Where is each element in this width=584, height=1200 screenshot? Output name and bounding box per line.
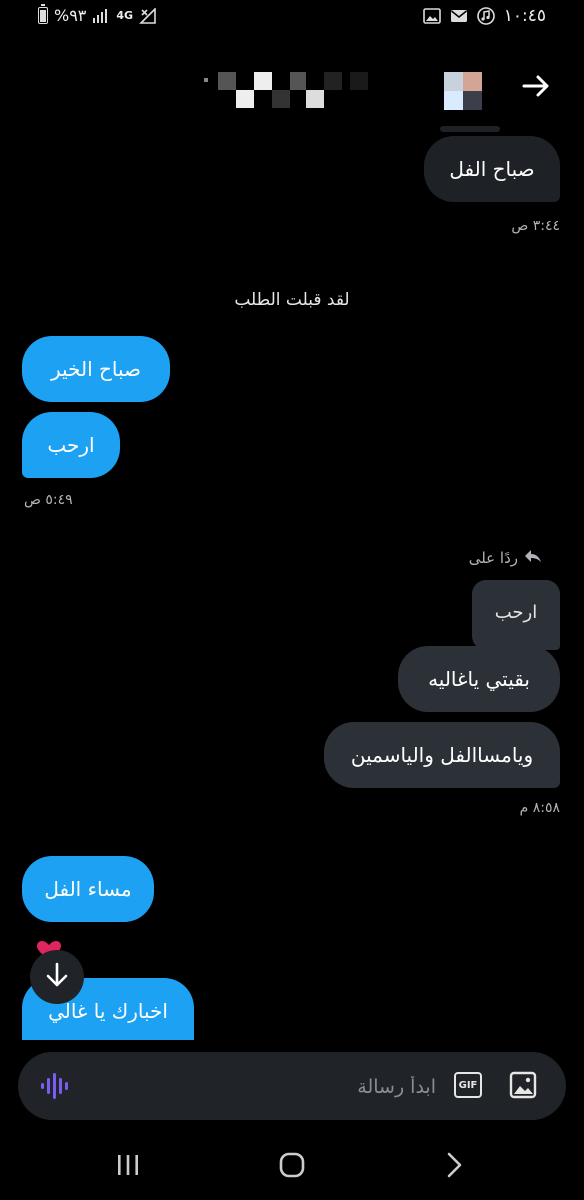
dm-conversation-screen: %٩٣ 4G ١٠:٤٥ صباح الفل ٣:٤٤ ص لقد قبلت ا… — [0, 0, 584, 1200]
image-picker-icon[interactable] — [508, 1070, 538, 1100]
mail-notification-icon — [450, 9, 468, 23]
message-timestamp: ٨:٥٨ م — [519, 800, 560, 816]
gif-button[interactable]: GIF — [454, 1072, 482, 1098]
conversation-header — [0, 50, 584, 130]
back-arrow-icon[interactable] — [520, 70, 552, 102]
message-text: ارحب — [47, 433, 95, 457]
message-text: اخبارك يا غالي — [48, 999, 168, 1023]
avatar[interactable] — [444, 72, 482, 110]
message-bubble-incoming[interactable]: مساء الفل — [22, 856, 154, 922]
reply-label: ردًا على — [468, 549, 518, 567]
signal-x-icon — [139, 7, 157, 24]
status-bar: %٩٣ 4G ١٠:٤٥ — [0, 0, 584, 34]
music-notification-icon — [476, 7, 495, 25]
scroll-divider — [440, 126, 500, 132]
recent-apps-icon[interactable] — [108, 1150, 148, 1180]
message-bubble-outgoing[interactable]: ويامساالفل والياسمين — [324, 722, 560, 788]
system-nav-bar — [0, 1136, 584, 1200]
message-text: صباح الخير — [51, 357, 142, 381]
message-timestamp: ٥:٤٩ ص — [24, 492, 73, 508]
battery-icon — [38, 4, 48, 24]
voice-message-icon[interactable] — [38, 1070, 72, 1102]
quoted-message[interactable]: ارحب — [472, 580, 560, 650]
message-timestamp: ٣:٤٤ ص — [511, 218, 560, 234]
battery-percent: %٩٣ — [54, 6, 87, 25]
quoted-text: ارحب — [494, 602, 538, 623]
signal-icon — [92, 8, 110, 24]
reply-indicator: ردًا على — [469, 548, 542, 568]
scroll-to-bottom-button[interactable] — [30, 950, 84, 1004]
home-icon[interactable] — [272, 1150, 312, 1180]
arrow-down-icon — [45, 962, 69, 992]
message-text: بقيتي ياغاليه — [428, 667, 530, 691]
message-text: ويامساالفل والياسمين — [350, 743, 534, 767]
clock: ١٠:٤٥ — [503, 6, 546, 26]
message-bubble-outgoing[interactable]: صباح الفل — [424, 136, 560, 202]
reply-arrow-icon — [524, 548, 542, 568]
message-input[interactable] — [118, 1066, 438, 1108]
system-message: لقد قبلت الطلب — [234, 290, 350, 310]
message-bubble-outgoing[interactable]: بقيتي ياغاليه — [398, 646, 560, 712]
message-bubble-incoming[interactable]: صباح الخير — [22, 336, 170, 402]
network-type: 4G — [116, 9, 134, 22]
gallery-notification-icon — [422, 8, 441, 24]
back-nav-icon[interactable] — [434, 1150, 474, 1180]
message-text: صباح الفل — [449, 157, 535, 181]
status-left: %٩٣ 4G — [38, 4, 157, 25]
message-composer: GIF — [18, 1052, 566, 1120]
pixelated-username — [174, 72, 394, 110]
status-right: ١٠:٤٥ — [422, 6, 546, 26]
message-bubble-incoming[interactable]: ارحب — [22, 412, 120, 478]
message-text: مساء الفل — [44, 877, 132, 901]
